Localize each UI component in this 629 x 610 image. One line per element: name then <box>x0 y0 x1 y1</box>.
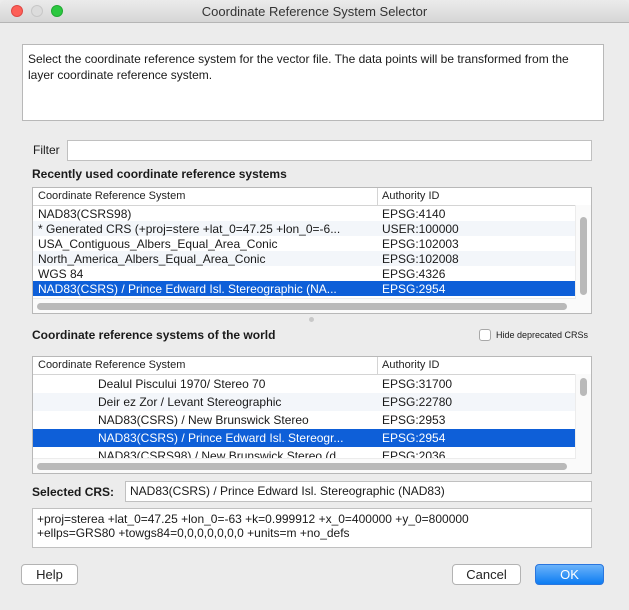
authority-id-cell: EPSG:2953 <box>382 413 446 427</box>
crs-name-cell: NAD83(CSRS) / New Brunswick Stereo <box>98 413 309 427</box>
column-header-authority-id[interactable]: Authority ID <box>382 359 439 371</box>
column-header-crs[interactable]: Coordinate Reference System <box>38 190 185 202</box>
proj-definition-box: +proj=sterea +lat_0=47.25 +lon_0=-63 +k=… <box>32 508 592 548</box>
authority-id-cell: EPSG:4326 <box>382 267 446 281</box>
authority-id-cell: EPSG:4140 <box>382 207 446 221</box>
table-row[interactable]: NAD83(CSRS) / Prince Edward Isl. Stereog… <box>33 281 576 296</box>
splitter-handle[interactable] <box>309 317 314 322</box>
world-crs-heading: Coordinate reference systems of the worl… <box>32 328 276 342</box>
authority-id-cell: EPSG:102003 <box>382 237 459 251</box>
crs-name-cell: NAD83(CSRS) / Prince Edward Isl. Stereog… <box>98 431 344 445</box>
table-row[interactable]: North_America_Albers_Equal_Area_Conic EPS… <box>33 251 576 266</box>
crs-name-cell: NAD83(CSRS) / Prince Edward Isl. Stereog… <box>38 282 337 296</box>
scroll-thumb[interactable] <box>37 303 567 310</box>
world-horizontal-scrollbar[interactable] <box>33 458 576 473</box>
column-header-crs[interactable]: Coordinate Reference System <box>38 359 185 371</box>
world-crs-table: Coordinate Reference System Authority ID… <box>32 356 592 474</box>
scroll-thumb[interactable] <box>580 217 587 295</box>
selected-crs-field: NAD83(CSRS) / Prince Edward Isl. Stereog… <box>125 481 592 502</box>
column-header-authority-id[interactable]: Authority ID <box>382 190 439 202</box>
crs-name-cell: Deir ez Zor / Levant Stereographic <box>98 395 282 409</box>
crs-name-cell: * Generated CRS (+proj=stere +lat_0=47.2… <box>38 222 341 236</box>
table-row[interactable]: Dealul Piscului 1970/ Stereo 70 EPSG:3170… <box>33 375 576 393</box>
hide-deprecated-label[interactable]: Hide deprecated CRSs <box>496 330 588 340</box>
crs-name-cell: NAD83(CSRS98) <box>38 207 132 221</box>
crs-name-cell: Dealul Piscului 1970/ Stereo 70 <box>98 377 266 391</box>
proj-line-1: +proj=sterea +lat_0=47.25 +lon_0=-63 +k=… <box>37 512 469 526</box>
table-row[interactable]: USA_Contiguous_Albers_Equal_Area_Conic EP… <box>33 236 576 251</box>
authority-id-cell: EPSG:22780 <box>382 395 453 409</box>
table-row[interactable]: NAD83(CSRS) / New Brunswick Stereo EPSG:2… <box>33 411 576 429</box>
selected-crs-label: Selected CRS: <box>32 485 115 499</box>
authority-id-cell: EPSG:102008 <box>382 252 459 266</box>
authority-id-cell: EPSG:31700 <box>382 377 453 391</box>
crs-name-cell: North_America_Albers_Equal_Area_Conic <box>38 252 266 266</box>
cancel-button[interactable]: Cancel <box>452 564 521 585</box>
description-box: Select the coordinate reference system f… <box>22 44 604 121</box>
world-table-header: Coordinate Reference System Authority ID <box>33 357 591 375</box>
proj-line-2: +ellps=GRS80 +towgs84=0,0,0,0,0,0,0 +uni… <box>37 526 350 540</box>
crs-name-cell: USA_Contiguous_Albers_Equal_Area_Conic <box>38 237 278 251</box>
filter-label: Filter <box>33 143 60 157</box>
window-title: Coordinate Reference System Selector <box>201 4 428 19</box>
authority-id-cell: EPSG:2954 <box>382 431 446 445</box>
crs-name-cell: WGS 84 <box>38 267 84 281</box>
ok-button[interactable]: OK <box>535 564 604 585</box>
table-row[interactable]: Deir ez Zor / Levant Stereographic EPSG:2… <box>33 393 576 411</box>
authority-id-cell: USER:100000 <box>382 222 459 236</box>
recent-crs-heading: Recently used coordinate reference syste… <box>32 167 287 181</box>
table-row[interactable]: * Generated CRS (+proj=stere +lat_0=47.2… <box>33 221 576 236</box>
recent-crs-table: Coordinate Reference System Authority ID… <box>32 187 592 314</box>
scroll-thumb[interactable] <box>37 463 567 470</box>
recent-vertical-scrollbar[interactable] <box>575 205 591 313</box>
recent-table-header: Coordinate Reference System Authority ID <box>33 188 591 206</box>
recent-horizontal-scrollbar[interactable] <box>33 298 576 313</box>
scroll-thumb[interactable] <box>580 378 587 396</box>
table-row[interactable]: WGS 84 EPSG:4326 <box>33 266 576 281</box>
table-row[interactable]: NAD83(CSRS98) EPSG:4140 <box>33 206 576 221</box>
title-bar: Coordinate Reference System Selector <box>0 0 629 23</box>
table-row[interactable]: NAD83(CSRS) / Prince Edward Isl. Stereog… <box>33 429 576 447</box>
world-vertical-scrollbar[interactable] <box>575 374 591 473</box>
hide-deprecated-checkbox[interactable] <box>479 329 491 341</box>
filter-input[interactable] <box>67 140 592 161</box>
authority-id-cell: EPSG:2954 <box>382 282 446 296</box>
help-button[interactable]: Help <box>21 564 78 585</box>
